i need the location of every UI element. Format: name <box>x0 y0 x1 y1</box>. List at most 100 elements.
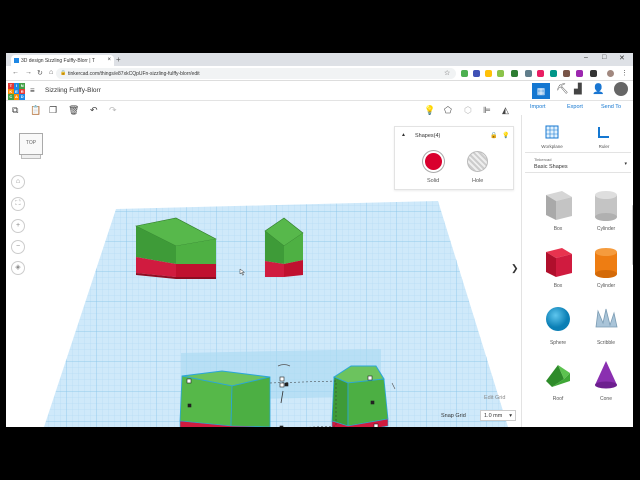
snap-grid-label: Snap Grid <box>441 413 466 419</box>
import-button[interactable]: Import <box>530 104 546 110</box>
app-header: T I N K E R C A D ≡ Sizzling Fulffy-Blor… <box>6 81 633 101</box>
tab-title: 3D design Sizzling Fulffy-Blorr | T <box>21 58 95 64</box>
export-button[interactable]: Export <box>567 104 583 110</box>
edit-toolbar: ⧉ 📋 ❐ 🗑 ↶ ↷ 💡 ⬠ ⬡ ⊫ ◭ <box>6 101 521 121</box>
maximize-button[interactable]: □ <box>602 54 606 61</box>
solid-color-button[interactable] <box>423 151 444 172</box>
extension-icon[interactable] <box>590 70 597 77</box>
reload-button[interactable]: ↻ <box>37 69 43 77</box>
hole-label: Hole <box>472 178 484 184</box>
extension-icon[interactable] <box>550 70 557 77</box>
profile-icon[interactable] <box>607 70 614 77</box>
resize-handle <box>186 378 192 384</box>
lock-icon: 🔒 <box>60 70 67 76</box>
shape-inspector-panel: ▲ Shapes(4) 🔒 💡 Solid Hole <box>394 126 514 190</box>
workplane-area[interactable]: TOP ⌂ ⛶ + − ◈ ▲ Shapes(4) 🔒 💡 Solid Hole… <box>6 121 521 427</box>
workplane-label: Workplane <box>541 144 563 149</box>
shape-cone[interactable]: Cone <box>586 355 626 407</box>
shape-scribble[interactable]: Scribble <box>586 299 626 351</box>
shapes-count-title: Shapes(4) <box>415 133 441 139</box>
selected-house-shape <box>331 365 389 427</box>
workplane-tool[interactable]: Workplane <box>532 125 572 149</box>
tinkercad-favicon-icon <box>14 58 19 63</box>
design-title[interactable]: Sizzling Fulffy-Blorr <box>45 87 101 94</box>
extension-icon[interactable] <box>473 70 480 77</box>
view-cube-top-face[interactable]: TOP <box>19 133 43 155</box>
align-icon[interactable]: ⊫ <box>483 105 491 116</box>
shape-cylinder-gray[interactable]: Cylinder <box>586 185 626 237</box>
extension-icon[interactable] <box>525 70 532 77</box>
user-add-icon[interactable]: 👤 <box>592 84 604 95</box>
perspective-icon[interactable]: ◈ <box>11 261 25 275</box>
roof-green-icon <box>546 365 570 387</box>
expand-panel-icon[interactable]: ❯ <box>511 263 519 274</box>
shape-box-red[interactable]: Box <box>538 242 578 294</box>
hole-button[interactable] <box>467 151 488 172</box>
library-select[interactable]: Tinkercad Basic Shapes ▾ <box>525 152 631 173</box>
ruler-label: Ruler <box>598 144 610 149</box>
light-bulb-icon[interactable]: 💡 <box>424 105 435 116</box>
delete-icon[interactable]: 🗑 <box>68 105 79 116</box>
duplicate-icon[interactable]: ❐ <box>49 105 57 116</box>
extension-icon[interactable] <box>563 70 570 77</box>
copy-icon[interactable]: ⧉ <box>12 105 18 116</box>
extension-icon[interactable] <box>576 70 583 77</box>
home-view-icon[interactable]: ⌂ <box>11 175 25 189</box>
shape-sphere[interactable]: Sphere <box>538 299 578 351</box>
ungroup-icon[interactable]: ⬡ <box>464 105 472 116</box>
design-menu-icon[interactable]: ≡ <box>30 86 35 95</box>
tinkercad-logo[interactable]: T I N K E R C A D <box>8 83 25 100</box>
3d-view-grid-button[interactable]: ▦ <box>532 83 550 99</box>
chevron-down-icon: ▾ <box>624 161 627 167</box>
group-icon[interactable]: ⬠ <box>444 105 452 116</box>
bookmark-star-icon[interactable]: ☆ <box>444 69 450 77</box>
blocks-icon[interactable]: ▟ <box>574 84 582 95</box>
url-bar[interactable]: 🔒 tinkercad.com/things/e87xkCQpUFn-sizzl… <box>56 68 456 79</box>
redo-icon[interactable]: ↷ <box>109 105 117 116</box>
box-red-icon <box>546 248 572 277</box>
browser-tab[interactable]: 3D design Sizzling Fulffy-Blorr | T × <box>11 55 114 66</box>
tab-close-icon[interactable]: × <box>107 57 111 63</box>
zoom-in-icon[interactable]: + <box>11 219 25 233</box>
close-window-button[interactable]: ✕ <box>619 54 625 62</box>
minimize-button[interactable]: – <box>584 54 588 61</box>
sphere-blue-icon <box>546 307 570 331</box>
zoom-out-icon[interactable]: − <box>11 240 25 254</box>
fit-view-icon[interactable]: ⛶ <box>11 197 25 211</box>
view-cube[interactable]: TOP <box>18 133 44 159</box>
edit-grid-button[interactable]: Edit Grid <box>484 395 505 401</box>
mirror-icon[interactable]: ◭ <box>502 105 509 116</box>
ruler-tool[interactable]: Ruler <box>584 125 624 149</box>
shape-cylinder-orange[interactable]: Cylinder <box>586 242 626 294</box>
paste-icon[interactable]: 📋 <box>30 105 41 116</box>
shape-box-gray[interactable]: Box <box>538 185 578 237</box>
library-scrollbar[interactable] <box>632 205 633 265</box>
extension-icon[interactable] <box>485 70 492 77</box>
pickaxe-icon[interactable]: ⛏ <box>556 84 569 95</box>
resize-handle <box>284 382 289 387</box>
extension-icon[interactable] <box>461 70 468 77</box>
extension-icon[interactable] <box>537 70 544 77</box>
resize-handle <box>279 382 285 388</box>
collapse-panel-icon[interactable]: ▲ <box>401 132 406 138</box>
undo-icon[interactable]: ↶ <box>90 105 98 116</box>
light-bulb-icon[interactable]: 💡 <box>502 132 509 139</box>
avatar[interactable] <box>614 82 628 96</box>
lock-icon[interactable]: 🔒 <box>490 132 497 139</box>
resize-handle <box>279 425 284 427</box>
new-tab-button[interactable]: + <box>116 55 121 64</box>
resize-handle <box>279 376 285 382</box>
tab-strip: 3D design Sizzling Fulffy-Blorr | T × + … <box>6 53 633 66</box>
extension-icon[interactable] <box>511 70 518 77</box>
box-gray-icon <box>546 191 572 220</box>
snap-grid-select[interactable]: 1.0 mm ▾ <box>480 410 516 421</box>
ruler-icon <box>598 127 609 138</box>
chrome-menu-icon[interactable]: ⋮ <box>621 69 628 77</box>
shape-roof[interactable]: Roof <box>538 355 578 407</box>
home-button[interactable]: ⌂ <box>49 69 53 76</box>
send-to-button[interactable]: Send To <box>601 104 621 110</box>
extension-icon[interactable] <box>497 70 504 77</box>
back-button[interactable]: ← <box>12 69 19 76</box>
forward-button[interactable]: → <box>25 69 32 76</box>
library-name: Basic Shapes <box>534 164 568 170</box>
